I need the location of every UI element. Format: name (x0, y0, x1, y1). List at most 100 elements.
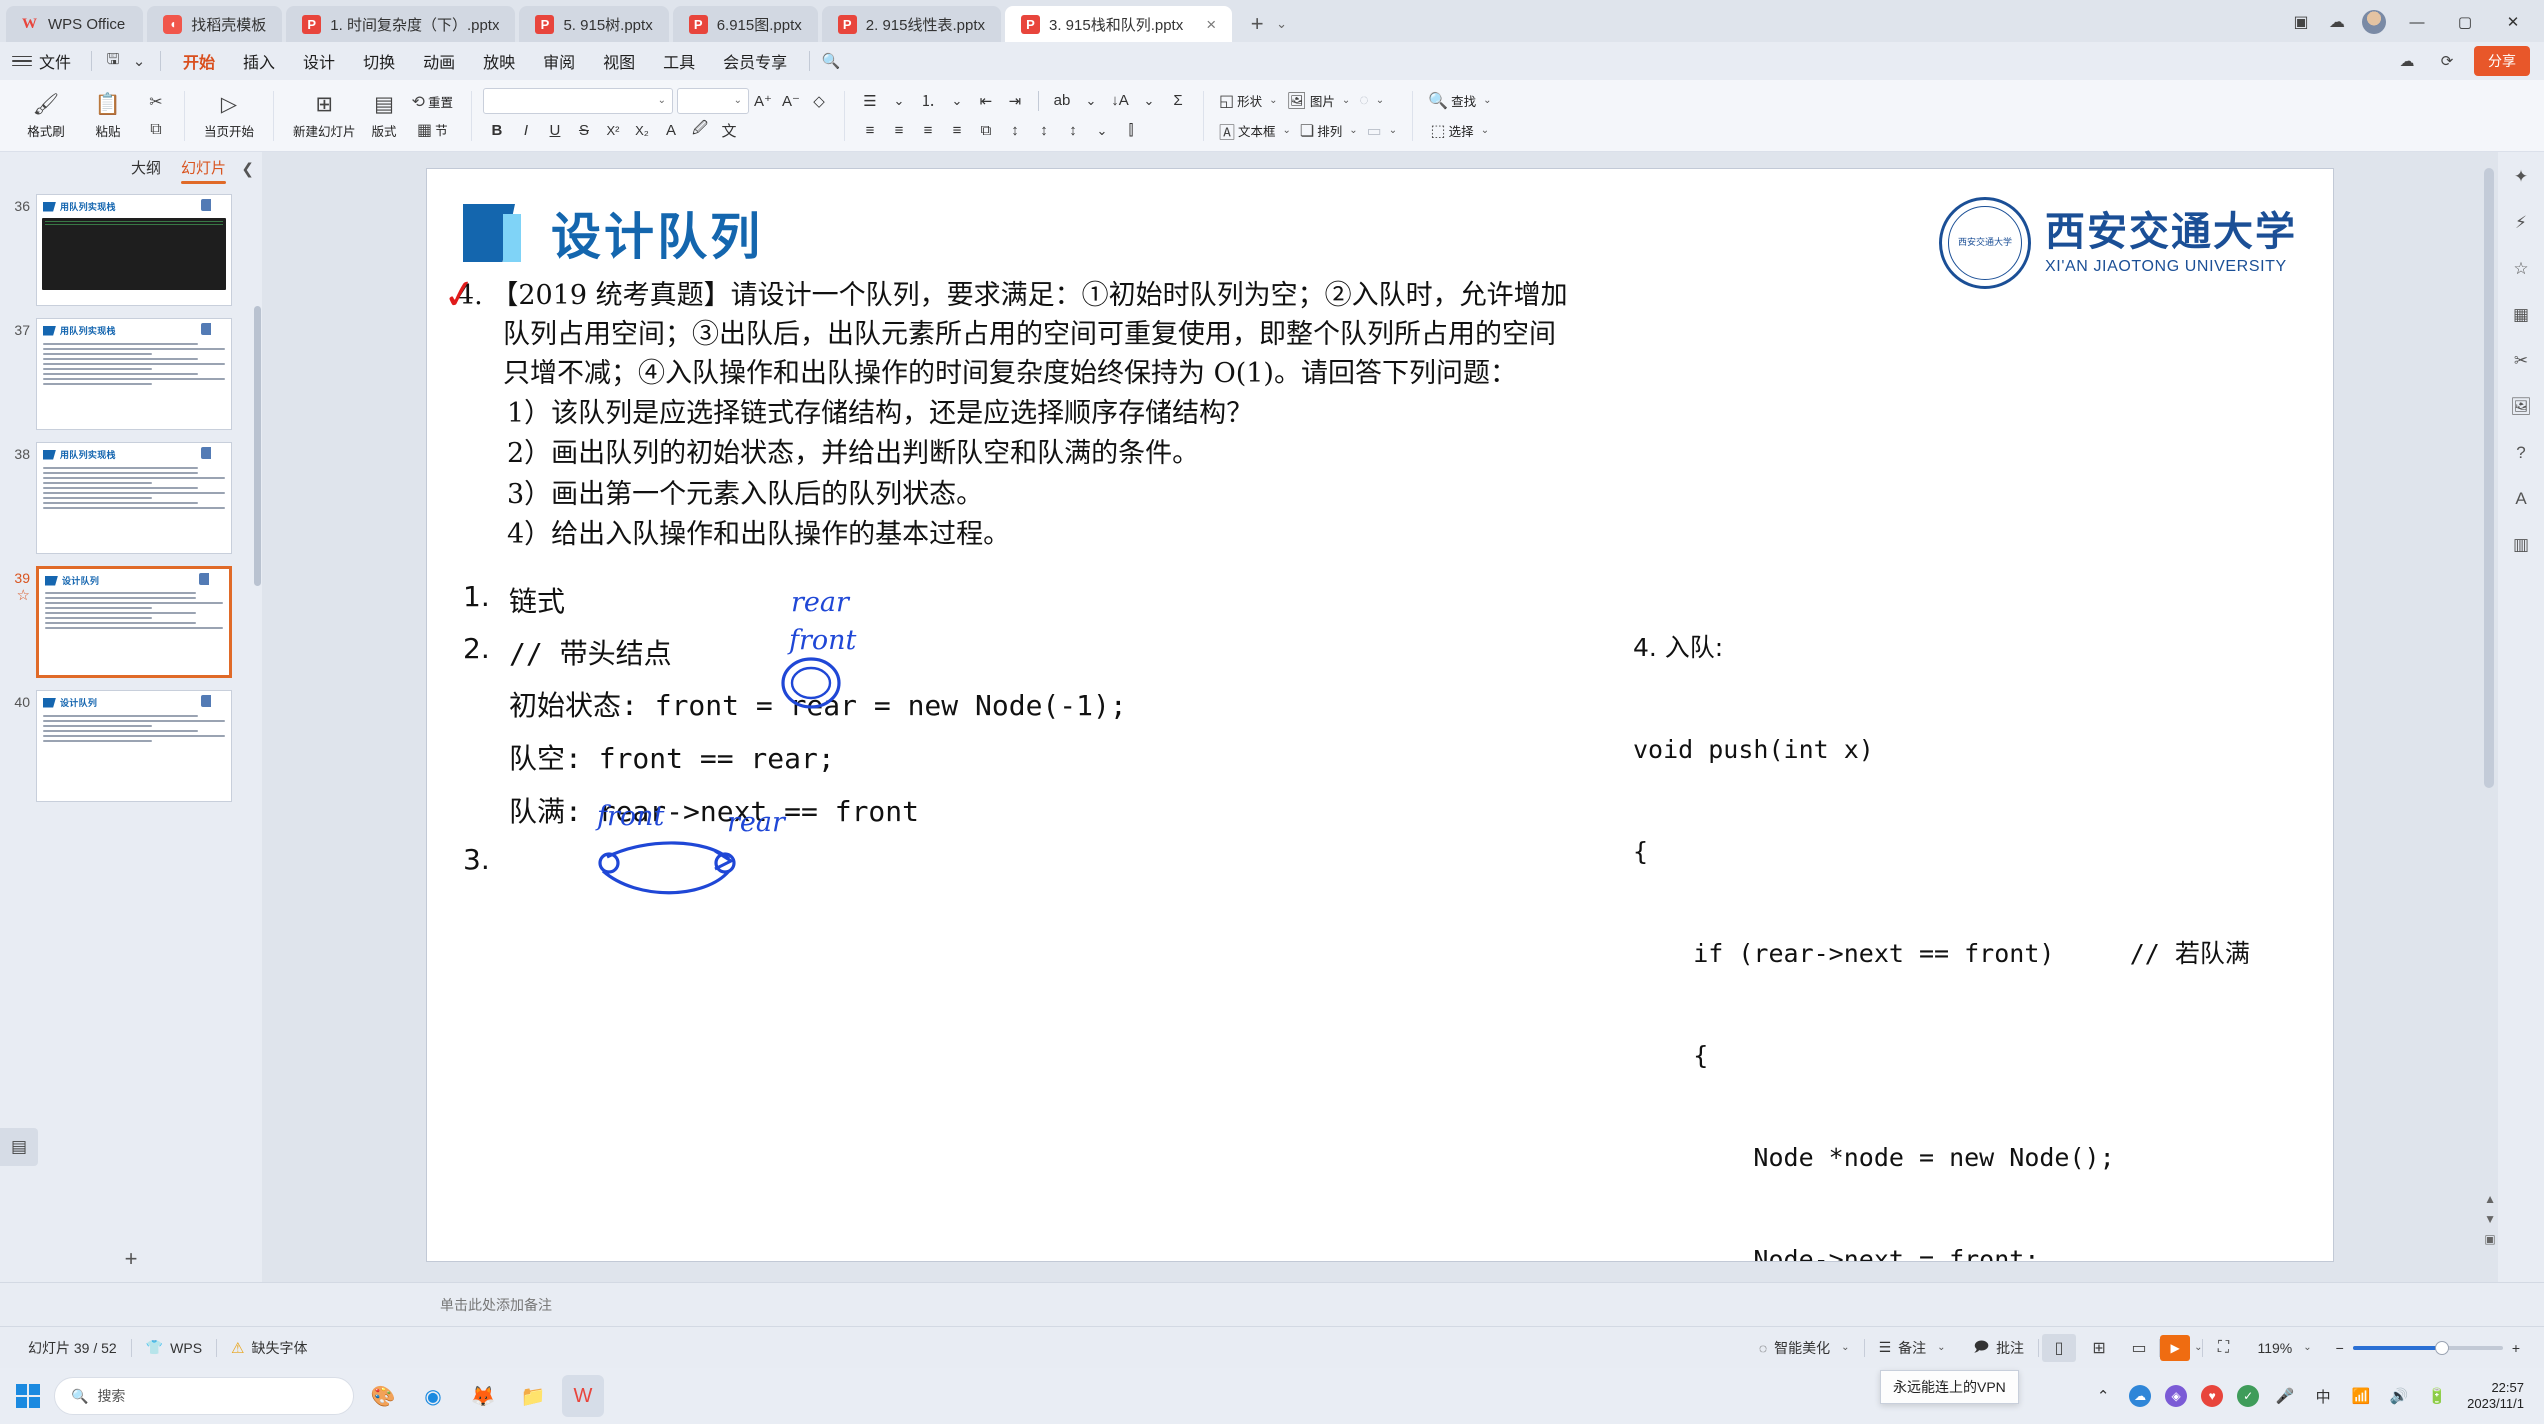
format-painter-button[interactable]: 🖌 格式刷 (15, 85, 77, 147)
slide-counter[interactable]: 幻灯片 39 / 52 (14, 1338, 131, 1358)
italic-button[interactable]: I (512, 118, 540, 144)
taskbar-explorer[interactable]: 📁 (512, 1375, 554, 1417)
font-name-input[interactable]: ⌄ (482, 87, 673, 114)
smart-beautify-button[interactable]: ◌ 智能美化 ⌄ (1745, 1338, 1864, 1358)
sort-icon[interactable]: ↓A (1106, 88, 1134, 114)
share-button[interactable]: 分享 (2474, 46, 2530, 76)
arrange-button[interactable]: ❏ 排列 ⌄ (1296, 118, 1362, 144)
canvas-vertical-scrollbar[interactable] (2484, 168, 2494, 1268)
quick-access-chevron-icon[interactable]: ⌄ (126, 49, 152, 73)
shape-outline-button[interactable]: ▭ ⌄ (1363, 118, 1402, 144)
reset-button[interactable]: ⟲ 重置 (408, 89, 457, 115)
chevron-down-icon[interactable]: ⌄ (1342, 95, 1350, 106)
chevron-down-icon[interactable]: ⌄ (1937, 1342, 1945, 1353)
image-icon[interactable]: 🖼 (2506, 392, 2536, 422)
tab-doc-5-active[interactable]: P 3. 915栈和队列.pptx × (1005, 6, 1233, 42)
chevron-down-icon[interactable]: ⌄ (1283, 125, 1291, 136)
sort-chevron-icon[interactable]: ⌄ (1135, 88, 1163, 114)
maximize-button[interactable]: ▢ (2448, 9, 2482, 35)
line-spacing-icon[interactable]: ↕ (1059, 118, 1087, 144)
numbered-list-icon[interactable]: ⒈ (914, 88, 942, 114)
tab-slides[interactable]: 幻灯片 (180, 157, 227, 184)
cloud-icon[interactable]: ☁ (2394, 49, 2420, 73)
play-icon[interactable]: ▶ (2160, 1334, 2191, 1361)
previous-slide-icon[interactable]: ▲ (2484, 1192, 2496, 1206)
slide-thumb-37[interactable]: 37 用队列实现栈 (0, 314, 262, 438)
grow-font-button[interactable]: A⁺ (749, 88, 777, 114)
decrease-indent-icon[interactable]: ⇤ (972, 88, 1000, 114)
comment-button[interactable]: 🗩 批注 (1960, 1336, 2039, 1360)
shape-fill-button[interactable]: ◌ ⌄ (1355, 88, 1388, 114)
wps-status-item[interactable]: 👕 WPS (132, 1339, 216, 1356)
sync-icon[interactable]: ⟳ (2434, 49, 2460, 73)
select-button[interactable]: ⬚ 选择 ⌄ (1424, 118, 1495, 144)
split-view-icon[interactable]: ▣ (2290, 11, 2312, 33)
eraser-icon[interactable]: ◇ (805, 88, 833, 114)
slide-thumbnail[interactable]: 用队列实现栈 (36, 442, 232, 554)
slide-thumb-36[interactable]: 36 用队列实现栈 (0, 190, 262, 314)
slide-thumb-38[interactable]: 38 用队列实现栈 (0, 438, 262, 562)
slide-thumbnail-list[interactable]: 36 用队列实现栈 37 用队列实现栈 38 用队列实现栈 39 ☆ 设计队列 … (0, 186, 262, 1236)
taskbar-firefox[interactable]: 🦊 (462, 1375, 504, 1417)
search-input[interactable]: 🔍 搜索 (54, 1377, 354, 1415)
picture-button[interactable]: 🖼 图片 ⌄ (1283, 88, 1355, 114)
menu-tab-tools[interactable]: 工具 (649, 46, 709, 76)
zoom-level-label[interactable]: 119% ⌄ (2243, 1340, 2325, 1356)
distribute-icon[interactable]: ⧉ (972, 118, 1000, 144)
chevron-down-icon[interactable]: ⌄ (1389, 125, 1397, 136)
spacing-chevron-icon[interactable]: ⌄ (1088, 118, 1116, 144)
cut-button[interactable]: ✂ (142, 89, 170, 115)
menu-tab-design[interactable]: 设计 (289, 46, 349, 76)
slide-thumbnail[interactable]: 用队列实现栈 (36, 318, 232, 430)
bullet-chevron-icon[interactable]: ⌄ (885, 88, 913, 114)
expand-slide-icon[interactable]: ▣ (2484, 1232, 2495, 1246)
direction-chevron-icon[interactable]: ⌄ (1077, 88, 1105, 114)
tab-daoke-template[interactable]: ◖ 找稻壳模板 (147, 6, 283, 42)
chevron-down-icon[interactable]: ⌄ (1269, 95, 1277, 106)
chevron-down-icon[interactable]: ⌄ (1483, 95, 1491, 106)
menu-tab-member[interactable]: 会员专享 (709, 46, 801, 76)
next-slide-icon[interactable]: ▼ (2484, 1212, 2496, 1226)
menu-hamburger-icon[interactable] (12, 55, 32, 67)
tray-wifi-icon[interactable]: 📶 (2349, 1384, 2373, 1408)
slide-thumbnail[interactable]: 用队列实现栈 (36, 194, 232, 306)
tab-doc-1[interactable]: P 1. 时间复杂度（下）.pptx (286, 6, 516, 42)
justify-icon[interactable]: ≡ (943, 118, 971, 144)
close-window-button[interactable]: ✕ (2496, 9, 2530, 35)
taskbar-chrome[interactable]: ◉ (412, 1375, 454, 1417)
avatar[interactable] (2362, 10, 2386, 34)
cloud-sync-icon[interactable]: ☁ (2326, 11, 2348, 33)
question-block[interactable]: ✓ 4. 【2019 统考真题】请设计一个队列，要求满足：①初始时队列为空；②入… (427, 269, 2333, 556)
tray-app-icon[interactable]: ◈ (2165, 1385, 2188, 1407)
align-right-icon[interactable]: ≡ (914, 118, 942, 144)
zoom-slider[interactable]: − + (2326, 1340, 2530, 1356)
chart-icon[interactable]: ▥ (2506, 530, 2536, 560)
view-normal-icon[interactable]: ▯ (2042, 1333, 2077, 1362)
tray-heart-icon[interactable]: ♥ (2201, 1385, 2224, 1407)
menu-tab-transition[interactable]: 切换 (349, 46, 409, 76)
underline-button[interactable]: U (541, 118, 569, 144)
play-chevron-icon[interactable]: ⌄ (2194, 1342, 2202, 1353)
bullet-list-icon[interactable]: ☰ (856, 88, 884, 114)
paste-button[interactable]: 📋 粘贴 (77, 85, 139, 147)
tab-outline[interactable]: 大纲 (131, 157, 161, 182)
line-spacing-up-icon[interactable]: ↕ (1001, 118, 1029, 144)
tab-doc-2[interactable]: P 5. 915树.pptx (519, 6, 669, 42)
textbox-button[interactable]: 🄰 文本框 ⌄ (1215, 118, 1295, 144)
chevron-down-icon[interactable]: ⌄ (1481, 125, 1489, 136)
tab-wps-office[interactable]: W WPS Office (6, 6, 144, 42)
menu-tab-insert[interactable]: 插入 (229, 46, 289, 76)
collapse-left-icon[interactable]: ❮ (241, 160, 254, 178)
slide-thumbnail[interactable]: 设计队列 (36, 690, 232, 802)
code-block[interactable]: 4. 入队: void push(int x) { if (rear->next… (1633, 563, 2333, 1261)
scrollbar-thumb[interactable] (2484, 168, 2494, 788)
slide-thumb-39-selected[interactable]: 39 ☆ 设计队列 (0, 562, 262, 686)
tray-expand-chevron-up-icon[interactable]: ⌃ (2091, 1384, 2115, 1408)
font-icon[interactable]: A (2506, 484, 2536, 514)
windows-icon[interactable] (10, 1378, 46, 1414)
tray-shield-icon[interactable]: ✓ (2237, 1385, 2260, 1407)
tray-battery-icon[interactable]: 🔋 (2425, 1384, 2449, 1408)
bold-button[interactable]: B (483, 118, 511, 144)
grid-icon[interactable]: ▦ (2506, 300, 2536, 330)
search-icon[interactable]: 🔍 (818, 49, 844, 73)
